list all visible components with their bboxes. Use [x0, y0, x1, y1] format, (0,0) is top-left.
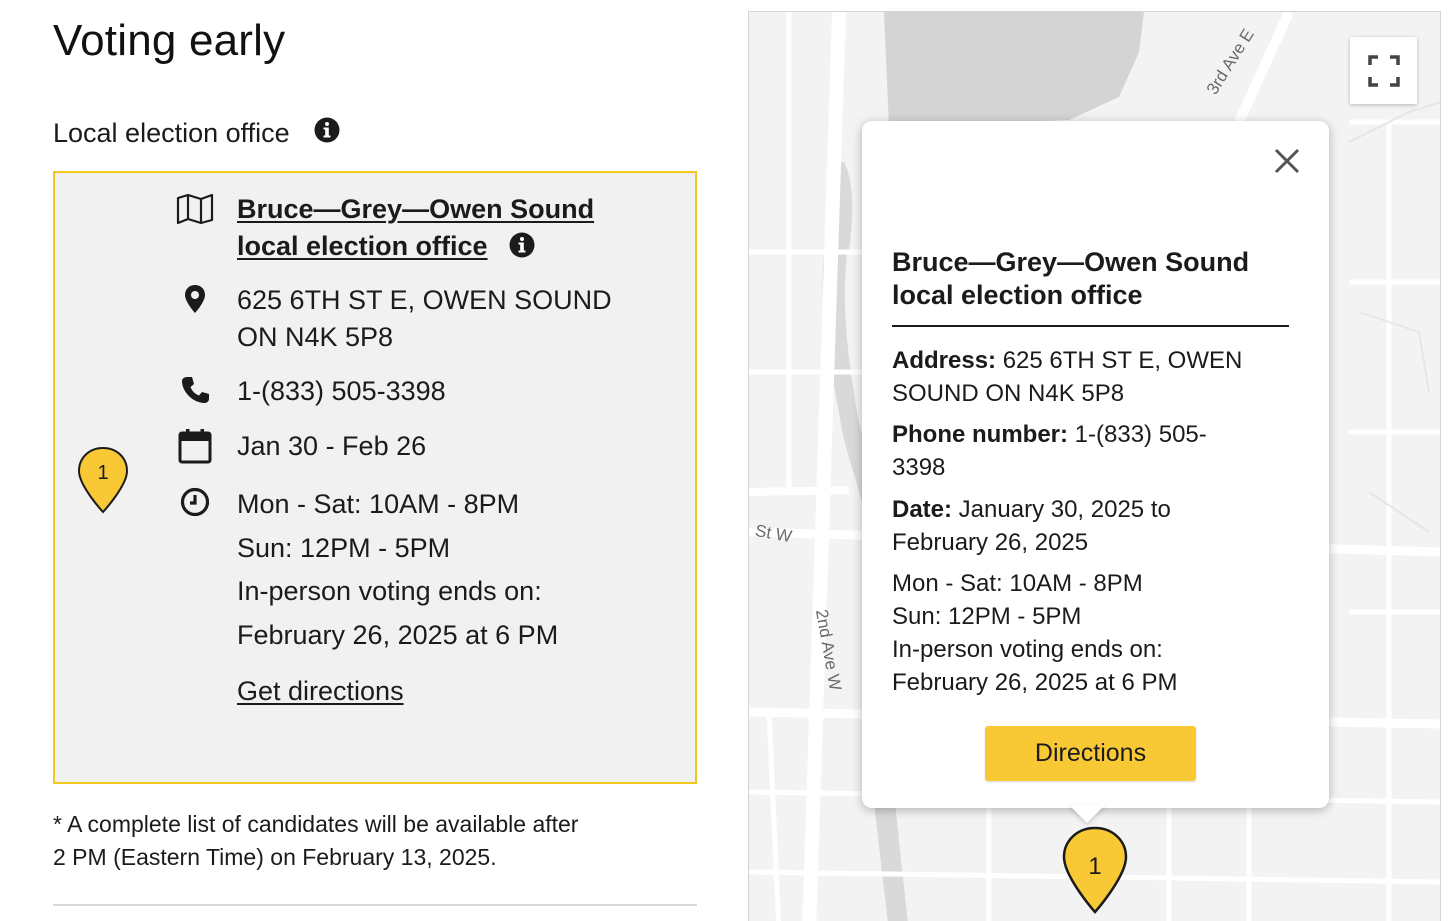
phone-value: 3398	[892, 454, 946, 481]
hours-line: February 26, 2025 at 6 PM	[237, 619, 559, 650]
info-icon[interactable]	[509, 231, 535, 268]
footnote-line2: 2 PM (Eastern Time) on February 13, 2025…	[53, 844, 497, 870]
footnote-line1: * A complete list of candidates will be …	[53, 811, 579, 837]
office-name-line2: local election office	[237, 231, 488, 261]
date-value: February 26, 2025	[892, 529, 1089, 556]
address-value: SOUND ON N4K 5P8	[892, 380, 1125, 407]
hours-line: Sun: 12PM - 5PM	[892, 603, 1082, 630]
hours-line: Sun: 12PM - 5PM	[237, 532, 451, 563]
location-popup: Bruce—Grey—Owen Sound local election off…	[862, 121, 1329, 808]
address-line1: 625 6TH ST E, OWEN SOUND	[237, 285, 612, 315]
date-range: Jan 30 - Feb 26	[237, 431, 427, 461]
clock-icon	[175, 487, 215, 517]
hours-line: Mon - Sat: 10AM - 8PM	[237, 489, 520, 519]
address-label: Address:	[892, 347, 997, 374]
popup-title-line1: Bruce—Grey—Owen Sound	[892, 247, 1250, 277]
address-value: 625 6TH ST E, OWEN	[996, 347, 1243, 374]
marker-number: 1	[1088, 853, 1102, 880]
calendar-icon	[175, 428, 215, 464]
hours-line: Mon - Sat: 10AM - 8PM	[892, 570, 1143, 597]
popup-date: Date: January 30, 2025 to February 26, 2…	[892, 493, 1292, 559]
get-directions-link[interactable]: Get directions	[237, 676, 404, 707]
map-marker-icon[interactable]: 1	[1061, 825, 1129, 915]
date-value: January 30, 2025 to	[952, 496, 1171, 523]
date-label: Date:	[892, 496, 953, 523]
marker-number: 1	[97, 462, 109, 484]
close-popup-button[interactable]	[1272, 146, 1302, 176]
address-line2: ON N4K 5P8	[237, 322, 394, 352]
hours-line: In-person voting ends on:	[892, 636, 1163, 663]
popup-divider	[892, 325, 1289, 327]
directions-button[interactable]: Directions	[985, 726, 1196, 781]
map[interactable]: 3rd Ave E St W 2nd Ave W Bruce—Grey—Owen…	[748, 11, 1441, 921]
page-title: Voting early	[53, 16, 286, 65]
office-card: 1 Bruce—Grey—Owen Sound local election of…	[53, 171, 697, 784]
popup-hours: Mon - Sat: 10AM - 8PM Sun: 12PM - 5PM In…	[892, 567, 1292, 699]
section-heading: Local election office	[53, 117, 340, 150]
section-heading-text: Local election office	[53, 118, 290, 148]
location-pin-icon	[175, 284, 215, 314]
popup-title: Bruce—Grey—Owen Sound local election off…	[892, 246, 1292, 312]
phone-number: 1-(833) 505-3398	[237, 376, 446, 406]
popup-address: Address: 625 6TH ST E, OWEN SOUND ON N4K…	[892, 344, 1292, 410]
hours-line: In-person voting ends on:	[237, 576, 542, 606]
divider	[53, 904, 697, 906]
fullscreen-icon	[1367, 54, 1400, 87]
hours-line: February 26, 2025 at 6 PM	[892, 669, 1178, 696]
popup-pointer	[1069, 805, 1105, 823]
phone-value: 1-(833) 505-	[1068, 421, 1207, 448]
close-icon	[1274, 148, 1300, 174]
phone-label: Phone number:	[892, 421, 1069, 448]
candidates-footnote: * A complete list of candidates will be …	[53, 808, 703, 874]
popup-title-line2: local election office	[892, 280, 1143, 310]
office-name-link[interactable]: Bruce—Grey—Owen Sound local election offi…	[237, 194, 594, 261]
map-marker-icon: 1	[77, 446, 129, 514]
fullscreen-button[interactable]	[1350, 37, 1417, 104]
office-name-line1: Bruce—Grey—Owen Sound	[237, 194, 595, 224]
info-icon[interactable]	[314, 117, 340, 150]
phone-icon	[175, 375, 215, 405]
popup-phone: Phone number: 1-(833) 505- 3398	[892, 418, 1292, 484]
map-icon	[175, 193, 215, 225]
